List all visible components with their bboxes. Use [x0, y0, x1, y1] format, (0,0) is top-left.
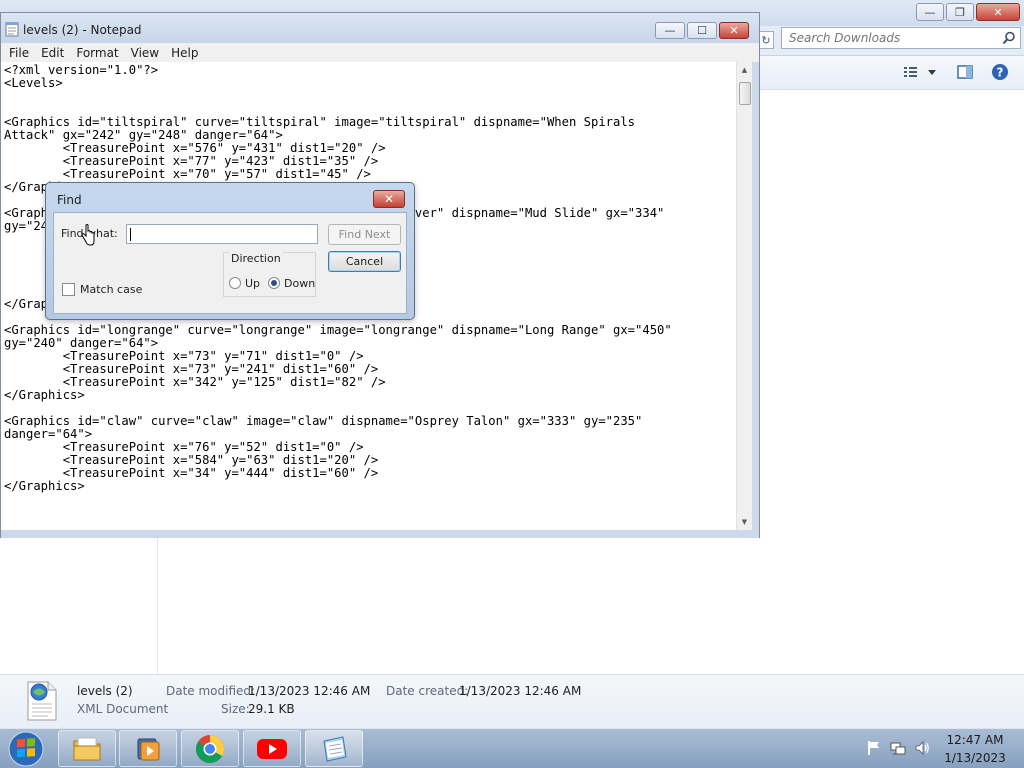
youtube-icon: [257, 738, 287, 759]
explorer-restore-button[interactable]: ❐: [946, 3, 974, 21]
action-center-flag-icon[interactable]: [866, 740, 882, 756]
find-dialog: Find ✕ Find what: Find Next Cancel Direc…: [45, 182, 415, 320]
match-case-label[interactable]: Match case: [80, 283, 142, 296]
direction-up-radio[interactable]: [229, 277, 241, 289]
search-input[interactable]: [789, 31, 998, 45]
find-next-button[interactable]: Find Next: [328, 224, 401, 245]
notepad-maximize-button[interactable]: ☐: [687, 22, 717, 39]
direction-up-label[interactable]: Up: [245, 277, 260, 290]
notepad-title: levels (2) - Notepad: [23, 23, 142, 37]
scroll-up-arrow-icon[interactable]: ▲: [737, 62, 752, 78]
taskbar-youtube-button[interactable]: [243, 730, 301, 767]
view-options-icon[interactable]: [902, 62, 938, 82]
details-file-type: XML Document: [77, 702, 169, 716]
start-button[interactable]: [6, 730, 46, 767]
xml-file-icon: [24, 680, 58, 722]
scroll-thumb[interactable]: [739, 82, 751, 105]
mouse-cursor-icon: [81, 224, 95, 246]
text-caret: [130, 228, 131, 241]
clock-date[interactable]: 1/13/2023: [940, 751, 1010, 765]
refresh-arrow-icon[interactable]: ↻: [758, 31, 774, 49]
close-icon: ✕: [383, 192, 395, 206]
direction-down-radio[interactable]: [268, 277, 280, 289]
menu-edit[interactable]: Edit: [35, 46, 70, 60]
windows-start-icon: [8, 731, 44, 766]
taskbar-chrome-button[interactable]: [181, 730, 239, 767]
find-dialog-close-button[interactable]: ✕: [373, 190, 405, 208]
find-what-input[interactable]: [126, 224, 318, 244]
explorer-window-controls: — ❐ ✕: [916, 3, 1020, 21]
notepad-titlebar[interactable]: levels (2) - Notepad: [1, 13, 759, 43]
notepad-minimize-button[interactable]: —: [655, 22, 685, 39]
notepad-icon: [323, 735, 347, 762]
chrome-icon: [196, 734, 224, 763]
direction-label: Direction: [229, 252, 283, 265]
scroll-down-arrow-icon[interactable]: ▼: [737, 514, 752, 530]
direction-down-label[interactable]: Down: [284, 277, 315, 290]
menu-format[interactable]: Format: [70, 46, 124, 60]
details-date-created-label: Date created:: [386, 684, 469, 698]
details-date-created: 1/13/2023 12:46 AM: [459, 684, 582, 698]
notepad-window-controls: — ☐ ✕: [655, 22, 749, 39]
menu-view[interactable]: View: [125, 46, 165, 60]
folder-icon: [73, 737, 101, 760]
notepad-menubar: File Edit Format View Help: [1, 43, 759, 62]
media-player-icon: [137, 738, 160, 760]
svg-text:?: ?: [997, 66, 1004, 80]
clock-time[interactable]: 12:47 AM: [940, 733, 1010, 747]
details-size-label: Size:: [221, 702, 250, 716]
notepad-vertical-scrollbar[interactable]: ▲ ▼: [736, 62, 752, 530]
search-icon[interactable]: [998, 28, 1020, 48]
details-size: 29.1 KB: [248, 702, 295, 716]
details-file-name: levels (2): [77, 684, 133, 698]
network-icon[interactable]: [890, 740, 906, 756]
taskbar-explorer-button[interactable]: [58, 730, 116, 767]
details-pane: [0, 674, 1024, 728]
taskbar-media-player-button[interactable]: [119, 730, 177, 767]
help-icon[interactable]: ?: [990, 62, 1010, 82]
find-dialog-body: Find what: Find Next Cancel Direction Up…: [53, 212, 407, 314]
notepad-close-button[interactable]: ✕: [719, 22, 749, 39]
volume-icon[interactable]: [914, 740, 930, 756]
notepad-bottom-frame: [1, 530, 759, 538]
details-date-modified: 1/13/2023 12:46 AM: [248, 684, 371, 698]
explorer-close-button[interactable]: ✕: [976, 3, 1020, 21]
details-date-modified-label: Date modified:: [166, 684, 256, 698]
find-dialog-title: Find: [57, 193, 82, 207]
menu-file[interactable]: File: [3, 46, 35, 60]
notepad-icon: [5, 21, 19, 37]
match-case-checkbox[interactable]: [62, 283, 75, 296]
search-box[interactable]: [781, 27, 1021, 49]
explorer-minimize-button[interactable]: —: [916, 3, 944, 21]
taskbar-notepad-button[interactable]: [305, 730, 363, 767]
cancel-button[interactable]: Cancel: [328, 251, 401, 272]
preview-pane-icon[interactable]: [956, 62, 974, 82]
menu-help[interactable]: Help: [165, 46, 204, 60]
